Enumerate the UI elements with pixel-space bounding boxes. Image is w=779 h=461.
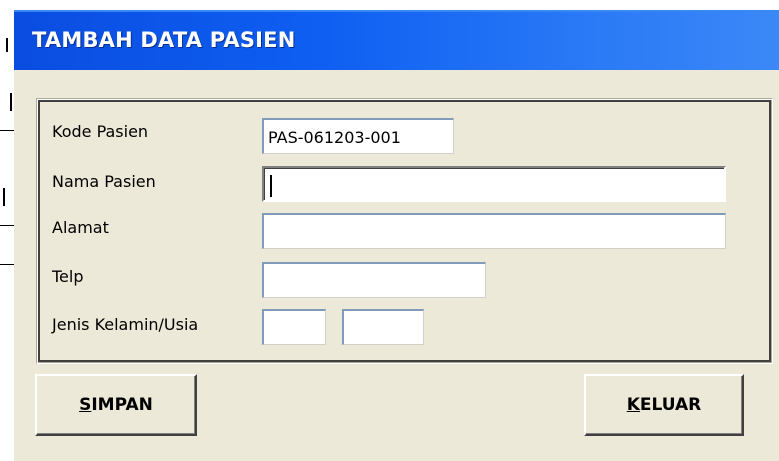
- alamat-field[interactable]: [262, 213, 726, 249]
- keluar-button[interactable]: KELUAR: [584, 374, 744, 436]
- simpan-button-label: SIMPAN: [79, 395, 153, 415]
- background-window-fragment: [3, 188, 5, 206]
- alamat-label: Alamat: [52, 218, 109, 237]
- kode-pasien-label: Kode Pasien: [52, 122, 149, 141]
- usia-field[interactable]: [342, 309, 424, 345]
- window-title: TAMBAH DATA PASIEN: [32, 28, 296, 52]
- keluar-button-label: KELUAR: [626, 395, 702, 415]
- kode-pasien-field[interactable]: PAS-061203-001: [262, 118, 454, 154]
- background-window-fragment: [6, 38, 8, 52]
- dialog-window: TAMBAH DATA PASIEN Kode Pasien PAS-06120…: [14, 10, 779, 461]
- nama-pasien-label: Nama Pasien: [52, 172, 156, 191]
- background-window-fragment: [10, 93, 12, 111]
- telp-label: Telp: [52, 267, 84, 286]
- telp-field[interactable]: [262, 262, 486, 298]
- text-caret: [270, 175, 272, 197]
- screen: TAMBAH DATA PASIEN Kode Pasien PAS-06120…: [0, 0, 779, 461]
- simpan-button[interactable]: SIMPAN: [35, 374, 197, 436]
- jenis-kelamin-usia-label: Jenis Kelamin/Usia: [52, 315, 199, 334]
- background-window-fragment: [0, 225, 14, 226]
- background-window-fragment: [0, 264, 14, 265]
- nama-pasien-field[interactable]: [262, 166, 726, 202]
- background-window-fragment: [0, 130, 14, 131]
- jenis-kelamin-field[interactable]: [262, 309, 326, 345]
- title-bar[interactable]: TAMBAH DATA PASIEN: [14, 10, 779, 70]
